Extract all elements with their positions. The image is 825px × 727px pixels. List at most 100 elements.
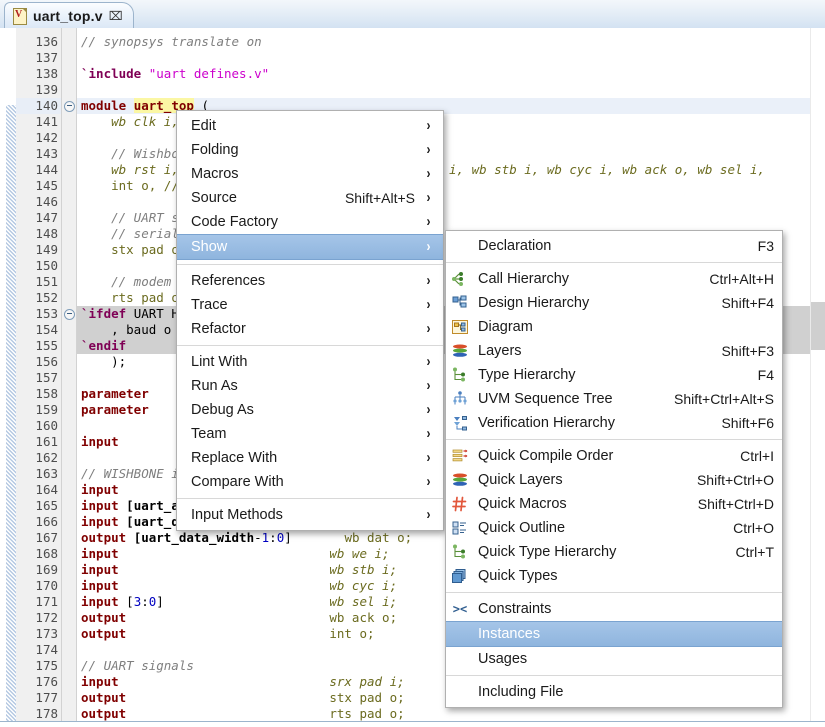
- menu-separator: [446, 675, 782, 676]
- fold-spacer: [62, 338, 76, 354]
- show-submenu[interactable]: DeclarationF3 Call HierarchyCtrl+Alt+H D…: [445, 230, 783, 708]
- show-menu-item-including-file[interactable]: Including File: [446, 680, 782, 704]
- code-line[interactable]: output rts pad o;: [77, 706, 825, 722]
- context-menu-item-trace[interactable]: Trace›: [177, 293, 443, 317]
- marker-bar[interactable]: [0, 28, 17, 725]
- fold-spacer: [62, 258, 76, 274]
- layers-icon: [451, 341, 471, 361]
- chevron-right-icon: ›: [421, 293, 435, 317]
- marker-bar-blank: [6, 28, 16, 105]
- menu-item-label: Quick Types: [476, 564, 774, 588]
- line-number: 171: [16, 594, 61, 610]
- type-hierarchy-icon: [451, 542, 471, 562]
- show-menu-item-diagram[interactable]: Diagram: [446, 315, 782, 339]
- show-menu-item-quick-type-hierarchy[interactable]: Quick Type HierarchyCtrl+T: [446, 540, 782, 564]
- code-line[interactable]: // synopsys translate on: [77, 34, 825, 50]
- fold-spacer: [62, 178, 76, 194]
- line-number: 142: [16, 130, 61, 146]
- context-menu-item-lint-with[interactable]: Lint With›: [177, 350, 443, 374]
- show-menu-item-quick-compile-order[interactable]: Quick Compile OrderCtrl+I: [446, 444, 782, 468]
- menu-item-label: Lint With: [177, 350, 415, 374]
- context-menu-item-folding[interactable]: Folding›: [177, 138, 443, 162]
- menu-item-label: Quick Layers: [476, 468, 679, 492]
- code-line[interactable]: `include "uart defines.v": [77, 66, 825, 82]
- menu-item-accelerator: F3: [740, 234, 774, 258]
- code-line[interactable]: [77, 50, 825, 66]
- line-number: 143: [16, 146, 61, 162]
- line-number: 159: [16, 402, 61, 418]
- line-number: 165: [16, 498, 61, 514]
- menu-item-accelerator: Shift+F4: [703, 291, 774, 315]
- fold-toggle-icon[interactable]: [62, 98, 76, 114]
- line-number: 145: [16, 178, 61, 194]
- menu-item-label: Quick Outline: [476, 516, 715, 540]
- fold-spacer: [62, 466, 76, 482]
- diagram-icon: [451, 317, 471, 337]
- context-menu-item-input-methods[interactable]: Input Methods›: [177, 503, 443, 527]
- context-menu-item-run-as[interactable]: Run As›: [177, 374, 443, 398]
- menu-item-accelerator: Shift+Alt+S: [327, 186, 415, 210]
- context-menu-item-source[interactable]: SourceShift+Alt+S›: [177, 186, 443, 210]
- fold-spacer: [62, 562, 76, 578]
- chevron-right-icon: ›: [421, 398, 435, 422]
- chevron-right-icon: ›: [421, 422, 435, 446]
- code-line[interactable]: [77, 82, 825, 98]
- show-menu-item-usages[interactable]: Usages: [446, 647, 782, 671]
- context-menu-item-show[interactable]: Show›: [177, 234, 443, 260]
- context-menu-item-edit[interactable]: Edit›: [177, 114, 443, 138]
- quick-types-icon: [451, 566, 471, 586]
- show-menu-item-quick-macros[interactable]: Quick MacrosShift+Ctrl+D: [446, 492, 782, 516]
- context-menu-item-references[interactable]: References›: [177, 269, 443, 293]
- menu-item-label: Quick Macros: [476, 492, 680, 516]
- show-menu-item-instances[interactable]: Instances: [446, 621, 782, 647]
- show-menu-item-layers[interactable]: LayersShift+F3: [446, 339, 782, 363]
- line-number: 146: [16, 194, 61, 210]
- line-number: 137: [16, 50, 61, 66]
- close-icon[interactable]: ⌧: [109, 10, 123, 22]
- marker-bar-hatch: [6, 28, 16, 725]
- fold-spacer: [62, 130, 76, 146]
- fold-toggle-icon[interactable]: [62, 306, 76, 322]
- show-menu-item-quick-outline[interactable]: Quick OutlineCtrl+O: [446, 516, 782, 540]
- verilog-file-icon-letter: V: [15, 9, 22, 20]
- show-menu-item-declaration[interactable]: DeclarationF3: [446, 234, 782, 258]
- verilog-editor-window: V uart_top.v ⌧ 1361371381391401411421431…: [0, 0, 825, 727]
- menu-item-label: Edit: [177, 114, 415, 138]
- fold-spacer: [62, 498, 76, 514]
- fold-spacer: [62, 370, 76, 386]
- context-menu-item-replace-with[interactable]: Replace With›: [177, 446, 443, 470]
- context-menu-item-refactor[interactable]: Refactor›: [177, 317, 443, 341]
- menu-item-label: Quick Type Hierarchy: [476, 540, 718, 564]
- context-menu-item-team[interactable]: Team›: [177, 422, 443, 446]
- design-hierarchy-icon: [451, 293, 471, 313]
- editor-context-menu[interactable]: Edit›Folding›Macros›SourceShift+Alt+S›Co…: [176, 110, 444, 531]
- show-menu-item-design-hierarchy[interactable]: Design HierarchyShift+F4: [446, 291, 782, 315]
- show-menu-item-call-hierarchy[interactable]: Call HierarchyCtrl+Alt+H: [446, 267, 782, 291]
- context-menu-item-code-factory[interactable]: Code Factory›: [177, 210, 443, 234]
- context-menu-item-compare-with[interactable]: Compare With›: [177, 470, 443, 494]
- context-menu-item-macros[interactable]: Macros›: [177, 162, 443, 186]
- menu-separator: [177, 264, 443, 265]
- menu-item-label: Instances: [476, 622, 774, 646]
- line-number: 151: [16, 274, 61, 290]
- editor-tab-uart-top[interactable]: V uart_top.v ⌧: [4, 2, 134, 28]
- fold-spacer: [62, 66, 76, 82]
- show-menu-item-type-hierarchy[interactable]: Type HierarchyF4: [446, 363, 782, 387]
- show-menu-item-uvm-sequence-tree[interactable]: UVM Sequence TreeShift+Ctrl+Alt+S: [446, 387, 782, 411]
- menu-item-label: Debug As: [177, 398, 415, 422]
- context-menu-item-debug-as[interactable]: Debug As›: [177, 398, 443, 422]
- show-menu-item-constraints[interactable]: ><Constraints: [446, 597, 782, 621]
- fold-spacer: [62, 402, 76, 418]
- show-menu-item-verification-hierarchy[interactable]: Verification HierarchyShift+F6: [446, 411, 782, 435]
- show-menu-item-quick-layers[interactable]: Quick LayersShift+Ctrl+O: [446, 468, 782, 492]
- chevron-right-icon: ›: [421, 317, 435, 341]
- menu-separator: [446, 262, 782, 263]
- line-number: 176: [16, 674, 61, 690]
- overview-marker: [811, 302, 825, 350]
- line-number: 156: [16, 354, 61, 370]
- fold-spacer: [62, 706, 76, 722]
- show-menu-item-quick-types[interactable]: Quick Types: [446, 564, 782, 588]
- overview-ruler[interactable]: [810, 28, 825, 725]
- line-number: 164: [16, 482, 61, 498]
- code-folding-column[interactable]: [62, 28, 77, 725]
